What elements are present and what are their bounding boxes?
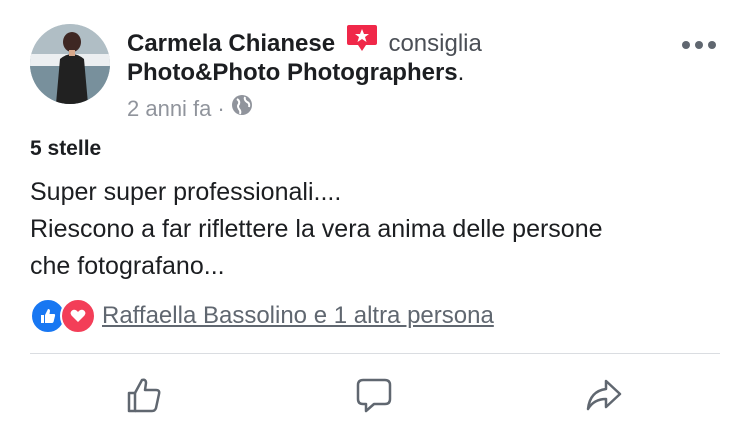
love-reaction-icon — [60, 298, 96, 334]
page-suffix: . — [457, 59, 465, 86]
author-name[interactable]: Carmela Chianese — [127, 30, 335, 57]
page-name-link[interactable]: Photo&Photo Photographers — [127, 59, 458, 86]
post-text-line: Riescono a far riflettere la vera anima … — [30, 215, 603, 243]
more-dot — [708, 41, 716, 49]
reactions-text[interactable]: Raffaella Bassolino e 1 altra persona — [102, 302, 494, 330]
rating-label: 5 stelle — [30, 137, 102, 160]
post-text-line: che fotografano... — [30, 252, 225, 280]
post-text-line: Super super professionali.... — [30, 178, 342, 206]
meta-separator: · — [217, 95, 225, 121]
post-timestamp[interactable]: 2 anni fa — [127, 95, 211, 123]
more-dot — [695, 41, 703, 49]
thumbs-up-icon — [127, 378, 161, 413]
post-header-line2: Photo&Photo Photographers. — [127, 58, 464, 88]
more-dot — [682, 41, 690, 49]
reactions-summary[interactable]: Raffaella Bassolino e 1 altra persona — [30, 298, 494, 334]
post-header-line1: Carmela Chianese consiglia — [127, 25, 482, 59]
share-icon — [586, 379, 622, 411]
comment-button[interactable] — [352, 373, 396, 417]
recommends-verb: consiglia — [388, 30, 482, 57]
share-button[interactable] — [582, 373, 626, 417]
comment-icon — [356, 378, 392, 413]
recommend-star-icon — [346, 23, 378, 53]
globe-icon — [231, 94, 253, 123]
avatar[interactable] — [30, 24, 110, 104]
divider — [30, 353, 720, 354]
more-options-icon[interactable] — [682, 38, 716, 52]
post-meta: 2 anni fa · — [127, 94, 253, 123]
post-body: Super super professionali.... Riescono a… — [30, 174, 720, 285]
like-button[interactable] — [122, 373, 166, 417]
